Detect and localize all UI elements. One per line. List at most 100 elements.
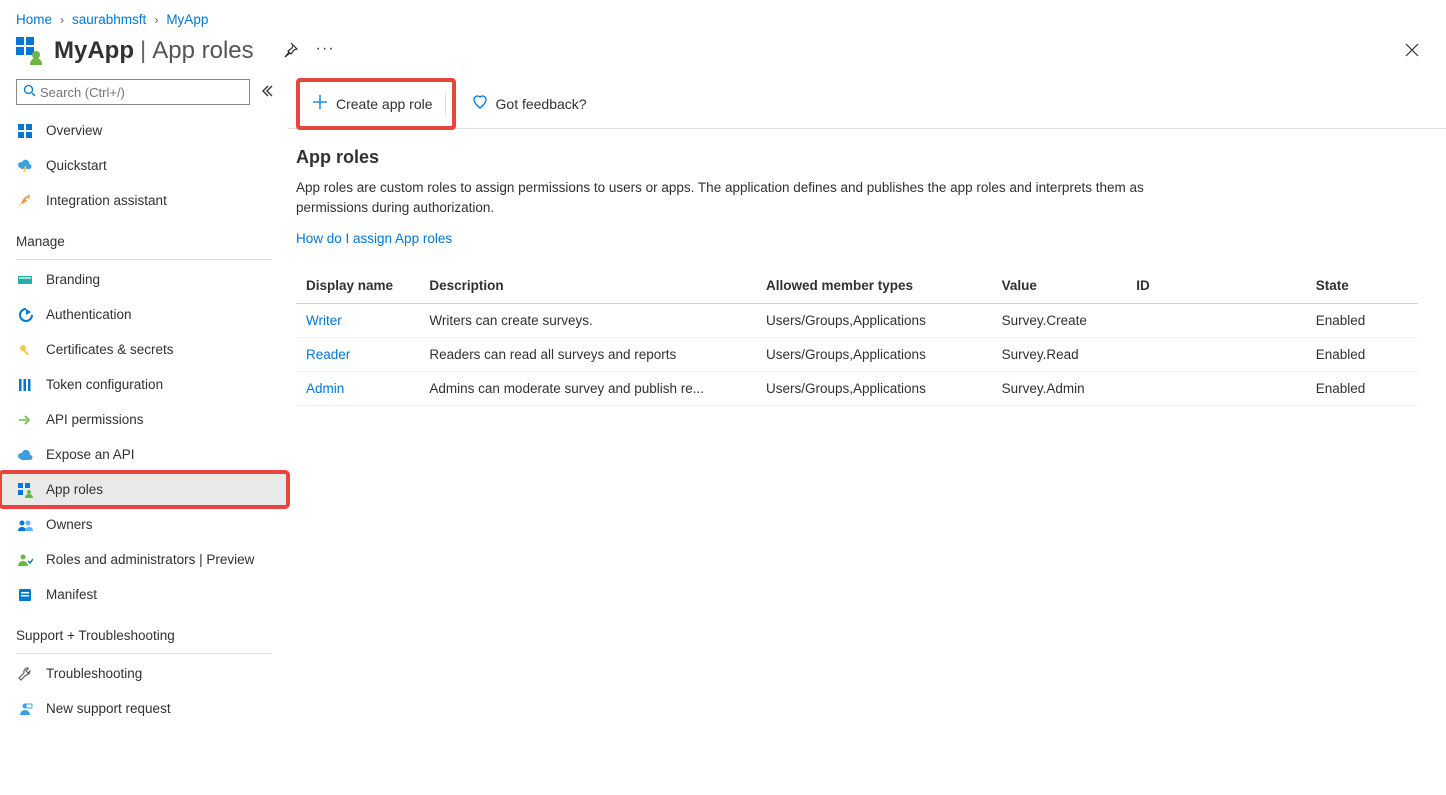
nav-heading-manage: Manage [0,218,288,253]
pin-icon[interactable] [282,42,298,61]
role-state: Enabled [1306,372,1418,406]
role-name-link[interactable]: Reader [296,338,419,372]
content-area: App roles App roles are custom roles to … [288,129,1446,406]
wrench-icon [16,665,34,683]
sidebar-item-label: Owners [46,517,93,532]
create-app-role-button[interactable]: Create app role [302,82,443,126]
nav-separator [16,259,272,260]
role-id [1126,304,1306,338]
toolbar: Create app role Got feedback? [288,79,1446,129]
breadcrumb-user[interactable]: saurabhmsft [72,12,146,27]
breadcrumb-home[interactable]: Home [16,12,52,27]
sidebar-item-owners[interactable]: Owners [0,507,288,542]
table-row: WriterWriters can create surveys.Users/G… [296,304,1418,338]
bars-icon [16,376,34,394]
support-icon [16,700,34,718]
create-label: Create app role [336,96,433,112]
help-link[interactable]: How do I assign App roles [296,231,452,246]
role-value: Survey.Admin [992,372,1127,406]
sidebar-item-roles-admin[interactable]: Roles and administrators | Preview [0,542,288,577]
page-title-row: MyApp | App roles ··· [0,33,1446,79]
role-id [1126,372,1306,406]
nav-separator [16,653,272,654]
toolbar-separator [445,94,446,114]
table-header[interactable]: Display name [296,270,419,304]
content-heading: App roles [296,147,1418,168]
grid-icon [16,122,34,140]
chevron-right-icon: › [154,13,158,27]
sidebar-item-label: Certificates & secrets [46,342,174,357]
sidebar-item-certificates[interactable]: Certificates & secrets [0,332,288,367]
sidebar-item-label: Quickstart [46,158,107,173]
feedback-label: Got feedback? [496,96,587,112]
table-header[interactable]: Value [992,270,1127,304]
table-header[interactable]: Allowed member types [756,270,992,304]
sidebar: OverviewQuickstartIntegration assistant … [0,79,288,795]
auth-icon [16,306,34,324]
sidebar-item-label: App roles [46,482,103,497]
plus-icon [312,94,328,113]
admin-icon [16,551,34,569]
table-header[interactable]: State [1306,270,1418,304]
rocket-icon [16,192,34,210]
manifest-icon [16,586,34,604]
breadcrumb-app[interactable]: MyApp [166,12,208,27]
create-highlight: Create app role [296,78,456,130]
role-state: Enabled [1306,338,1418,372]
table-header[interactable]: Description [419,270,756,304]
role-value: Survey.Create [992,304,1127,338]
sidebar-item-label: Manifest [46,587,97,602]
close-icon[interactable] [1404,42,1430,61]
main-panel: Create app role Got feedback? App roles … [288,79,1446,795]
role-value: Survey.Read [992,338,1127,372]
sidebar-item-label: Troubleshooting [46,666,142,681]
cloud-icon [16,446,34,464]
feedback-button[interactable]: Got feedback? [462,88,597,119]
sidebar-item-troubleshoot[interactable]: Troubleshooting [0,656,288,691]
page-title: MyApp | App roles [54,37,254,65]
role-types: Users/Groups,Applications [756,372,992,406]
title-app: MyApp [54,37,134,65]
sidebar-item-authentication[interactable]: Authentication [0,297,288,332]
collapse-sidebar-icon[interactable] [260,84,274,101]
role-desc: Writers can create surveys. [419,304,756,338]
table-row: ReaderReaders can read all surveys and r… [296,338,1418,372]
roles-table: Display nameDescriptionAllowed member ty… [296,270,1418,406]
sidebar-item-label: API permissions [46,412,144,427]
role-desc: Readers can read all surveys and reports [419,338,756,372]
role-types: Users/Groups,Applications [756,338,992,372]
search-icon [23,84,36,100]
key-icon [16,341,34,359]
breadcrumb: Home › saurabhmsft › MyApp [0,0,1446,33]
search-input[interactable] [40,85,243,100]
role-id [1126,338,1306,372]
search-input-wrap[interactable] [16,79,250,105]
role-desc: Admins can moderate survey and publish r… [419,372,756,406]
app-icon [16,37,44,65]
grid-user-icon [16,481,34,499]
sidebar-item-label: Overview [46,123,102,138]
sidebar-item-branding[interactable]: Branding [0,262,288,297]
nav-heading-support: Support + Troubleshooting [0,612,288,647]
sidebar-item-quickstart[interactable]: Quickstart [0,148,288,183]
sidebar-item-label: Authentication [46,307,132,322]
sidebar-item-new-request[interactable]: New support request [0,691,288,726]
perm-icon [16,411,34,429]
sidebar-item-api-perm[interactable]: API permissions [0,402,288,437]
sidebar-item-label: Token configuration [46,377,163,392]
sidebar-item-label: Roles and administrators | Preview [46,552,254,567]
more-icon[interactable]: ··· [316,40,335,62]
content-description: App roles are custom roles to assign per… [296,178,1176,217]
role-name-link[interactable]: Writer [296,304,419,338]
table-row: AdminAdmins can moderate survey and publ… [296,372,1418,406]
sidebar-item-expose[interactable]: Expose an API [0,437,288,472]
table-header[interactable]: ID [1126,270,1306,304]
role-state: Enabled [1306,304,1418,338]
sidebar-item-app-roles[interactable]: App roles [0,472,288,507]
role-name-link[interactable]: Admin [296,372,419,406]
cloud-bolt-icon [16,157,34,175]
sidebar-item-manifest[interactable]: Manifest [0,577,288,612]
sidebar-item-token[interactable]: Token configuration [0,367,288,402]
sidebar-item-overview[interactable]: Overview [0,113,288,148]
sidebar-item-integration[interactable]: Integration assistant [0,183,288,218]
